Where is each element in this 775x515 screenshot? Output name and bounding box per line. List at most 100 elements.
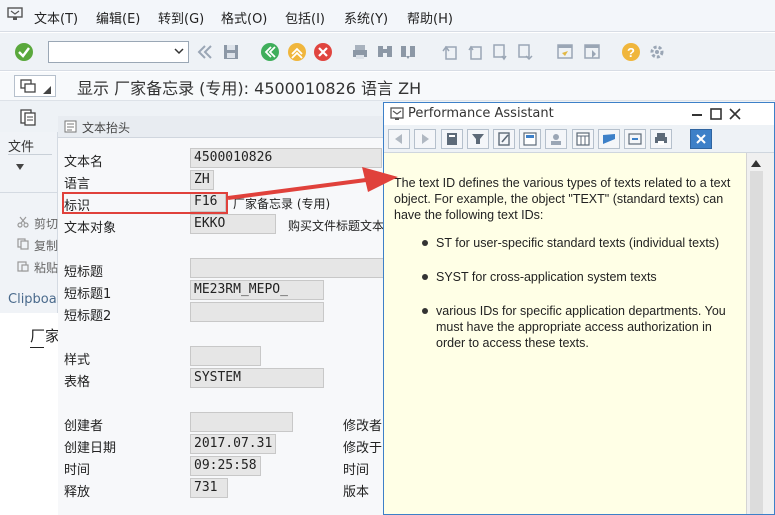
text-cursor (30, 347, 44, 348)
pa-back-button[interactable] (388, 129, 410, 149)
performance-assistant-window: Performance Assistant The text ID define… (383, 102, 775, 515)
next-page-icon[interactable] (491, 43, 509, 61)
svg-text:?: ? (627, 45, 635, 60)
menu-bar: 文本(T) 编辑(E) 转到(G) 格式(O) 包括(I) 系统(Y) 帮助(H… (0, 0, 775, 32)
scroll-thumb[interactable] (750, 171, 763, 514)
changed-by-label: 修改者 (343, 419, 383, 434)
list-item-text: various IDs for specific application dep… (436, 304, 726, 350)
maximize-icon[interactable] (710, 108, 722, 120)
cut-button[interactable]: 剪切 (34, 215, 58, 232)
previous-page-icon[interactable] (466, 43, 484, 61)
bullet-icon (422, 240, 428, 246)
pa-intro-text: The text ID defines the various types of… (394, 176, 731, 222)
shortcut-icon[interactable] (583, 43, 601, 61)
close-icon[interactable] (729, 108, 741, 120)
changed-on-label: 修改于 (343, 441, 383, 456)
pa-bullet-list: ST for user-specific standard texts (ind… (394, 235, 736, 351)
style-field[interactable] (190, 346, 261, 366)
settings-icon[interactable] (648, 43, 666, 61)
menu-item-edit[interactable]: 编辑(E) (96, 8, 140, 27)
menu-item-help[interactable]: 帮助(H) (407, 8, 453, 27)
text-name-field[interactable]: 4500010826 (190, 148, 382, 168)
find-icon[interactable] (376, 43, 394, 61)
pa-user-button[interactable] (545, 129, 567, 149)
short-title1-field[interactable]: ME23RM_MEPO_ (190, 280, 324, 300)
short-title-field[interactable] (190, 258, 384, 278)
standard-toolbar: ? (0, 33, 775, 71)
document-switch-icon[interactable] (18, 107, 38, 127)
enter-icon[interactable] (14, 42, 34, 62)
pa-technical-info-button[interactable] (467, 129, 489, 149)
text-editor[interactable]: 厂家 (0, 313, 60, 515)
pa-scrollbar[interactable] (746, 153, 774, 514)
created-by-label: 创建者 (64, 419, 104, 434)
text-object-field[interactable]: EKKO (190, 214, 276, 234)
exit-icon[interactable] (287, 42, 307, 62)
green-back-icon[interactable] (260, 42, 280, 62)
menu-item-format[interactable]: 格式(O) (221, 8, 267, 27)
back-icon[interactable] (196, 43, 214, 61)
list-item: SYST for cross-application system texts (394, 269, 736, 285)
text-name-label: 文本名 (64, 155, 104, 170)
pa-window-icon (390, 107, 404, 120)
bullet-icon (422, 274, 428, 280)
menu-item-include[interactable]: 包括(I) (285, 8, 325, 27)
scroll-up-icon[interactable] (751, 159, 761, 167)
style-label: 样式 (64, 353, 91, 368)
release-field[interactable]: 731 (190, 478, 228, 498)
dropdown-icon[interactable] (16, 164, 24, 170)
last-page-icon[interactable] (516, 43, 534, 61)
version-label: 版本 (343, 485, 370, 500)
menu-item-system[interactable]: 系统(Y) (344, 8, 388, 27)
id-description: 厂家备忘录 (专用) (233, 197, 331, 211)
short-title2-field[interactable] (190, 302, 324, 322)
new-session-icon[interactable] (556, 43, 574, 61)
section-icon (64, 120, 77, 133)
format-field[interactable]: SYSTEM (190, 368, 324, 388)
pa-forward-button[interactable] (414, 129, 436, 149)
save-icon[interactable] (222, 43, 240, 61)
cancel-icon[interactable] (313, 42, 333, 62)
title-bar: 显示 厂家备忘录 (专用): 4500010826 语言 ZH (0, 72, 775, 100)
pa-edit-button[interactable] (493, 129, 515, 149)
paste-button[interactable]: 粘贴 (34, 259, 58, 276)
text-object-label: 文本对象 (64, 221, 117, 236)
created-date-field[interactable]: 2017.07.31 (190, 434, 276, 454)
find-next-icon[interactable] (399, 43, 417, 61)
menu-button[interactable] (14, 75, 56, 97)
text-header-section: 文本抬头 (58, 116, 388, 138)
command-field[interactable] (48, 41, 189, 63)
help-icon[interactable]: ? (621, 42, 641, 62)
pa-flag-button[interactable] (598, 129, 620, 149)
divider (8, 154, 52, 155)
list-item: ST for user-specific standard texts (ind… (394, 235, 736, 251)
minimize-icon[interactable] (691, 108, 703, 120)
copy-icon (17, 238, 29, 250)
changed-time-label: 时间 (343, 463, 370, 478)
sap-menu-icon[interactable] (7, 7, 23, 21)
bullet-icon (422, 308, 428, 314)
files-label: 文件 (8, 140, 35, 155)
page-title: 显示 厂家备忘录 (专用): 4500010826 语言 ZH (77, 79, 422, 98)
pa-documentation-button[interactable] (441, 129, 463, 149)
format-label: 表格 (64, 375, 91, 390)
time-field[interactable]: 09:25:58 (190, 456, 261, 476)
pa-glossary-button[interactable] (519, 129, 541, 149)
language-field[interactable]: ZH (190, 170, 214, 190)
scissors-icon (17, 216, 29, 228)
print-icon[interactable] (351, 43, 369, 61)
highlight-box (62, 192, 228, 214)
pa-close-button[interactable] (690, 129, 712, 149)
menu-item-goto[interactable]: 转到(G) (158, 8, 204, 27)
pa-calendar-button[interactable] (572, 129, 594, 149)
pa-reload-button[interactable] (624, 129, 646, 149)
created-by-field[interactable] (190, 412, 293, 432)
pa-title: Performance Assistant (408, 106, 554, 121)
section-title: 文本抬头 (82, 121, 131, 135)
copy-button[interactable]: 复制 (34, 237, 58, 254)
menu-item-text[interactable]: 文本(T) (34, 8, 78, 27)
pa-print-button[interactable] (650, 129, 672, 149)
chevron-down-icon[interactable] (174, 46, 184, 56)
first-page-icon[interactable] (441, 43, 459, 61)
language-label: 语言 (64, 177, 91, 192)
